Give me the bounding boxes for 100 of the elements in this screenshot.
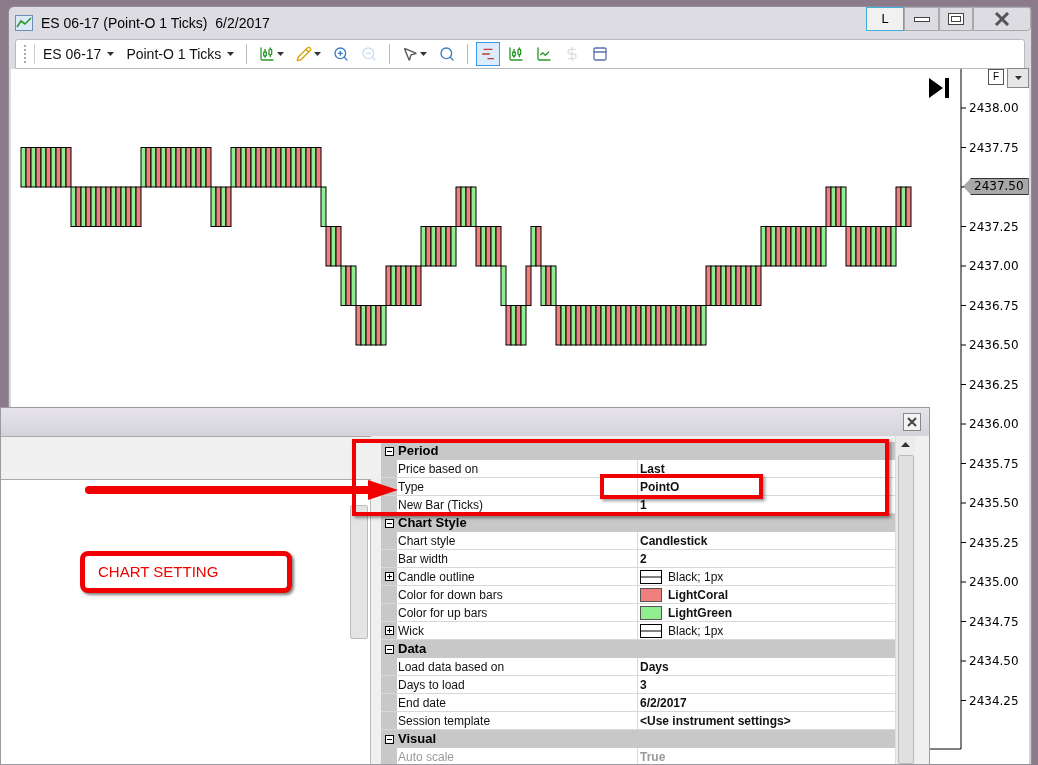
close-icon (907, 417, 917, 427)
axis-label: 2438.00 (969, 101, 1019, 115)
property-row[interactable]: End date 6/2/2017 (381, 694, 895, 712)
property-name: Price based on (397, 460, 638, 477)
collapse-icon[interactable] (384, 734, 394, 744)
section-header[interactable]: Visual (381, 730, 895, 748)
property-name: Bar width (397, 550, 638, 567)
row-gutter (381, 658, 397, 675)
line-style-swatch (640, 623, 662, 638)
maximize-icon (948, 13, 964, 25)
property-value: 6/2/2017 (640, 694, 687, 712)
property-row[interactable]: Session template <Use instrument settings> (381, 712, 895, 730)
collapse-icon[interactable] (384, 518, 394, 528)
axis-label: 2437.00 (969, 259, 1019, 273)
row-gutter (381, 550, 397, 567)
axis-label: 2435.75 (969, 456, 1019, 471)
axis-label: 2434.50 (969, 654, 1019, 668)
property-name: Color for up bars (397, 604, 638, 621)
section-title: Visual (397, 730, 437, 749)
row-gutter (381, 676, 397, 693)
property-value: Candlestick (640, 532, 708, 550)
axis-label: 2435.50 (969, 496, 1019, 510)
axis-label: 2436.00 (969, 417, 1019, 431)
row-gutter (381, 604, 397, 621)
axis-label: 2436.25 (969, 377, 1019, 392)
row-gutter (381, 460, 397, 477)
caret-icon (1014, 76, 1022, 80)
section-title: Data (397, 640, 427, 659)
skip-to-end-icon[interactable] (929, 78, 951, 98)
lock-button[interactable]: L (866, 7, 904, 31)
expand-icon[interactable] (384, 626, 394, 635)
last-price-tag: 2437.50 (963, 178, 1029, 195)
row-gutter (381, 532, 397, 549)
period-dropdown[interactable]: Point-O 1 Ticks (122, 43, 239, 65)
row-gutter (381, 712, 397, 729)
scrollbar[interactable] (895, 436, 915, 764)
axis-label: 2436.75 (969, 298, 1019, 313)
collapse-icon[interactable] (384, 446, 394, 456)
row-gutter (381, 748, 397, 764)
scrollbar-thumb[interactable] (897, 455, 914, 764)
property-value: 1 (640, 496, 647, 514)
section-header[interactable]: Data (381, 640, 895, 658)
line-style-swatch (640, 569, 662, 584)
close-button[interactable] (903, 413, 921, 431)
property-value: 3 (640, 676, 647, 694)
property-name: Auto scale (397, 748, 638, 764)
axis-label: 2434.25 (969, 693, 1019, 708)
axis-label: 2437.75 (969, 140, 1019, 155)
property-value: Black; 1px (668, 568, 724, 586)
property-name: Load data based on (397, 658, 638, 675)
close-button[interactable] (973, 7, 1031, 31)
axis-label: 2435.00 (969, 575, 1019, 589)
close-icon (994, 12, 1010, 26)
property-name: End date (397, 694, 638, 711)
caret-icon (107, 52, 115, 56)
callout-label: CHART SETTING (80, 551, 292, 593)
collapse-icon[interactable] (384, 644, 394, 654)
property-name: Chart style (397, 532, 638, 549)
property-value: True (640, 748, 666, 764)
property-value: Black; 1px (668, 622, 724, 640)
section-title: Period (397, 442, 439, 461)
expand-icon[interactable] (384, 572, 394, 581)
property-row[interactable]: Color for up bars LightGreen (381, 604, 895, 622)
scroll-up-icon[interactable] (901, 442, 910, 447)
property-value: LightCoral (668, 586, 728, 604)
scrollbar[interactable] (350, 505, 368, 639)
property-row[interactable]: Chart style Candlestick (381, 532, 895, 550)
dropdown-button[interactable] (1007, 68, 1029, 88)
minimize-button[interactable] (904, 7, 939, 31)
property-row[interactable]: Type PointO (381, 478, 895, 496)
property-value: LightGreen (668, 604, 732, 622)
property-value: Days (640, 658, 669, 676)
section-title: Chart Style (397, 514, 467, 533)
property-name: Wick (397, 622, 638, 639)
property-row[interactable]: Load data based on Days (381, 658, 895, 676)
property-name: Session template (397, 712, 638, 729)
property-row[interactable]: Price based on Last (381, 460, 895, 478)
property-name: Color for down bars (397, 586, 638, 603)
property-row[interactable]: Color for down bars LightCoral (381, 586, 895, 604)
property-value: 2 (640, 550, 647, 568)
property-value: Last (640, 460, 665, 478)
axis-label: 2435.25 (969, 535, 1019, 550)
instrument-dropdown[interactable]: ES 06-17 (39, 43, 119, 65)
property-value: <Use instrument settings> (640, 712, 791, 730)
axis-label: 2436.50 (969, 338, 1019, 352)
window-title: ES 06-17 (Point-O 1 Ticks) 6/2/2017 (41, 13, 270, 33)
maximize-button[interactable] (939, 7, 973, 31)
caret-icon (227, 52, 235, 56)
scale-button[interactable]: F (988, 69, 1004, 85)
chart-icon (15, 15, 33, 31)
property-row[interactable]: Bar width 2 (381, 550, 895, 568)
property-row[interactable]: Wick Black; 1px (381, 622, 895, 640)
axis-label: 2437.25 (969, 219, 1019, 234)
property-value: PointO (640, 478, 680, 496)
row-gutter (381, 694, 397, 711)
property-name: Candle outline (397, 568, 638, 585)
minimize-icon (913, 16, 930, 22)
property-name: Days to load (397, 676, 638, 693)
property-row[interactable]: Days to load 3 (381, 676, 895, 694)
property-row[interactable]: Candle outline Black; 1px (381, 568, 895, 586)
